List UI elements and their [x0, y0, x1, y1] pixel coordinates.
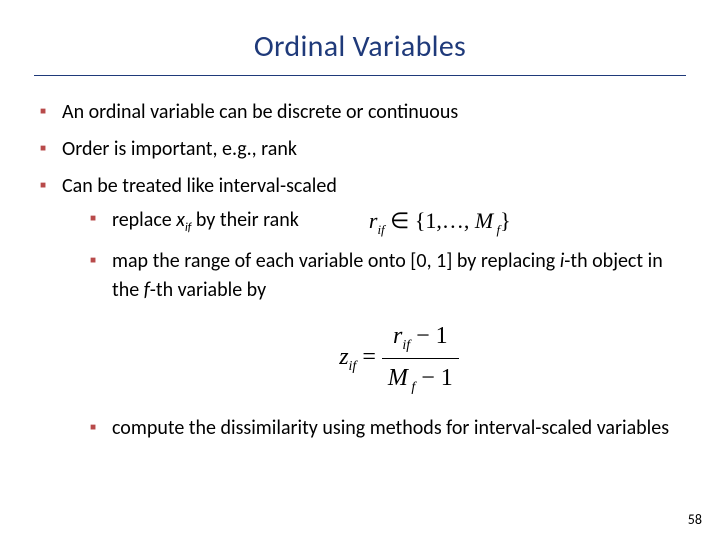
sub-bullet-item: compute the dissimilarity using methods … [90, 414, 686, 443]
bullet-item: Can be treated like interval-scaled repl… [40, 172, 686, 443]
minus-one: − 1 [415, 365, 453, 391]
var-M: M [388, 365, 408, 391]
var-z: z [339, 344, 348, 370]
var-r-sub: if [402, 338, 410, 353]
sub-bullet-item: map the range of each variable onto [0, … [90, 247, 686, 398]
numerator: rif − 1 [382, 319, 459, 359]
bullet-text: Can be treated like interval-scaled [62, 174, 337, 198]
bullet-item: Order is important, e.g., rank [40, 135, 686, 164]
var-r: r [393, 323, 402, 349]
equation-body: z if = rif − 1M f − 1 [339, 319, 459, 398]
text-fragment: -th variable by [150, 278, 266, 302]
sub-bullet-list: replace xif by their rank rif ∈ {1,…, M … [62, 205, 686, 443]
bullet-item: An ordinal variable can be discrete or c… [40, 98, 686, 127]
eq-sign: = [356, 344, 382, 370]
text-fragment: by their rank [191, 208, 299, 232]
sub-bullet-row: replace xif by their rank rif ∈ {1,…, M … [112, 205, 686, 239]
bullet-list: An ordinal variable can be discrete or c… [34, 98, 686, 443]
title-rule [34, 75, 686, 76]
minus-one: − 1 [410, 323, 448, 349]
fraction: rif − 1M f − 1 [382, 319, 459, 398]
var-x: x [176, 208, 185, 232]
equation-z: z if = rif − 1M f − 1 [112, 319, 686, 398]
var-r-sub: if [377, 222, 384, 237]
math-set-membership: rif ∈ {1,…, M f} [369, 205, 511, 239]
set-close: } [500, 208, 511, 233]
sub-bullet-item: replace xif by their rank rif ∈ {1,…, M … [90, 205, 686, 239]
page-number: 58 [688, 511, 702, 528]
slide-title: Ordinal Variables [34, 28, 686, 65]
text-fragment: replace [112, 208, 176, 232]
in-symbol: ∈ [385, 208, 415, 233]
denominator: M f − 1 [382, 359, 459, 398]
slide: Ordinal Variables An ordinal variable ca… [0, 0, 720, 540]
sub-bullet-text: replace xif by their rank [112, 206, 299, 237]
set-open: {1,…, [415, 208, 475, 233]
text-fragment: map the range of each variable onto [0, … [112, 249, 560, 273]
var-M: M [475, 208, 493, 233]
var-M-sub: f [493, 222, 500, 237]
